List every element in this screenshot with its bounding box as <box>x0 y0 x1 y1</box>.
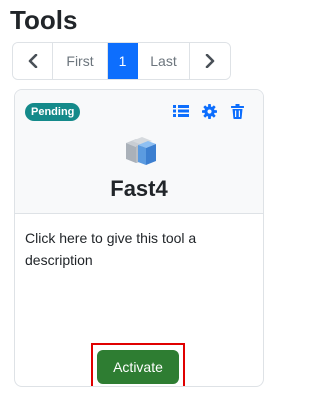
gear-icon[interactable] <box>200 102 218 120</box>
next-page-button[interactable] <box>190 43 230 79</box>
chevron-right-icon <box>205 54 215 68</box>
page-title: Tools <box>10 5 78 35</box>
first-page-button[interactable]: First <box>53 43 108 79</box>
tool-card-header: Pending Fast4 <box>15 90 263 214</box>
cube-stack-icon <box>122 134 158 168</box>
list-icon[interactable] <box>172 102 190 120</box>
tool-description[interactable]: Click here to give this tool a descripti… <box>25 227 255 271</box>
prev-page-button[interactable] <box>13 43 53 79</box>
page-1-button[interactable]: 1 <box>108 43 138 79</box>
status-badge: Pending <box>25 103 81 121</box>
trash-icon[interactable] <box>228 102 246 120</box>
activate-button[interactable]: Activate <box>97 350 179 384</box>
pagination: First 1 Last <box>12 42 231 80</box>
tool-name: Fast4 <box>110 176 168 201</box>
tool-card: Pending Fast4 Click here to give this to… <box>14 89 264 387</box>
last-page-button[interactable]: Last <box>138 43 190 79</box>
chevron-left-icon <box>28 54 38 68</box>
highlight-box: Activate <box>91 343 185 386</box>
